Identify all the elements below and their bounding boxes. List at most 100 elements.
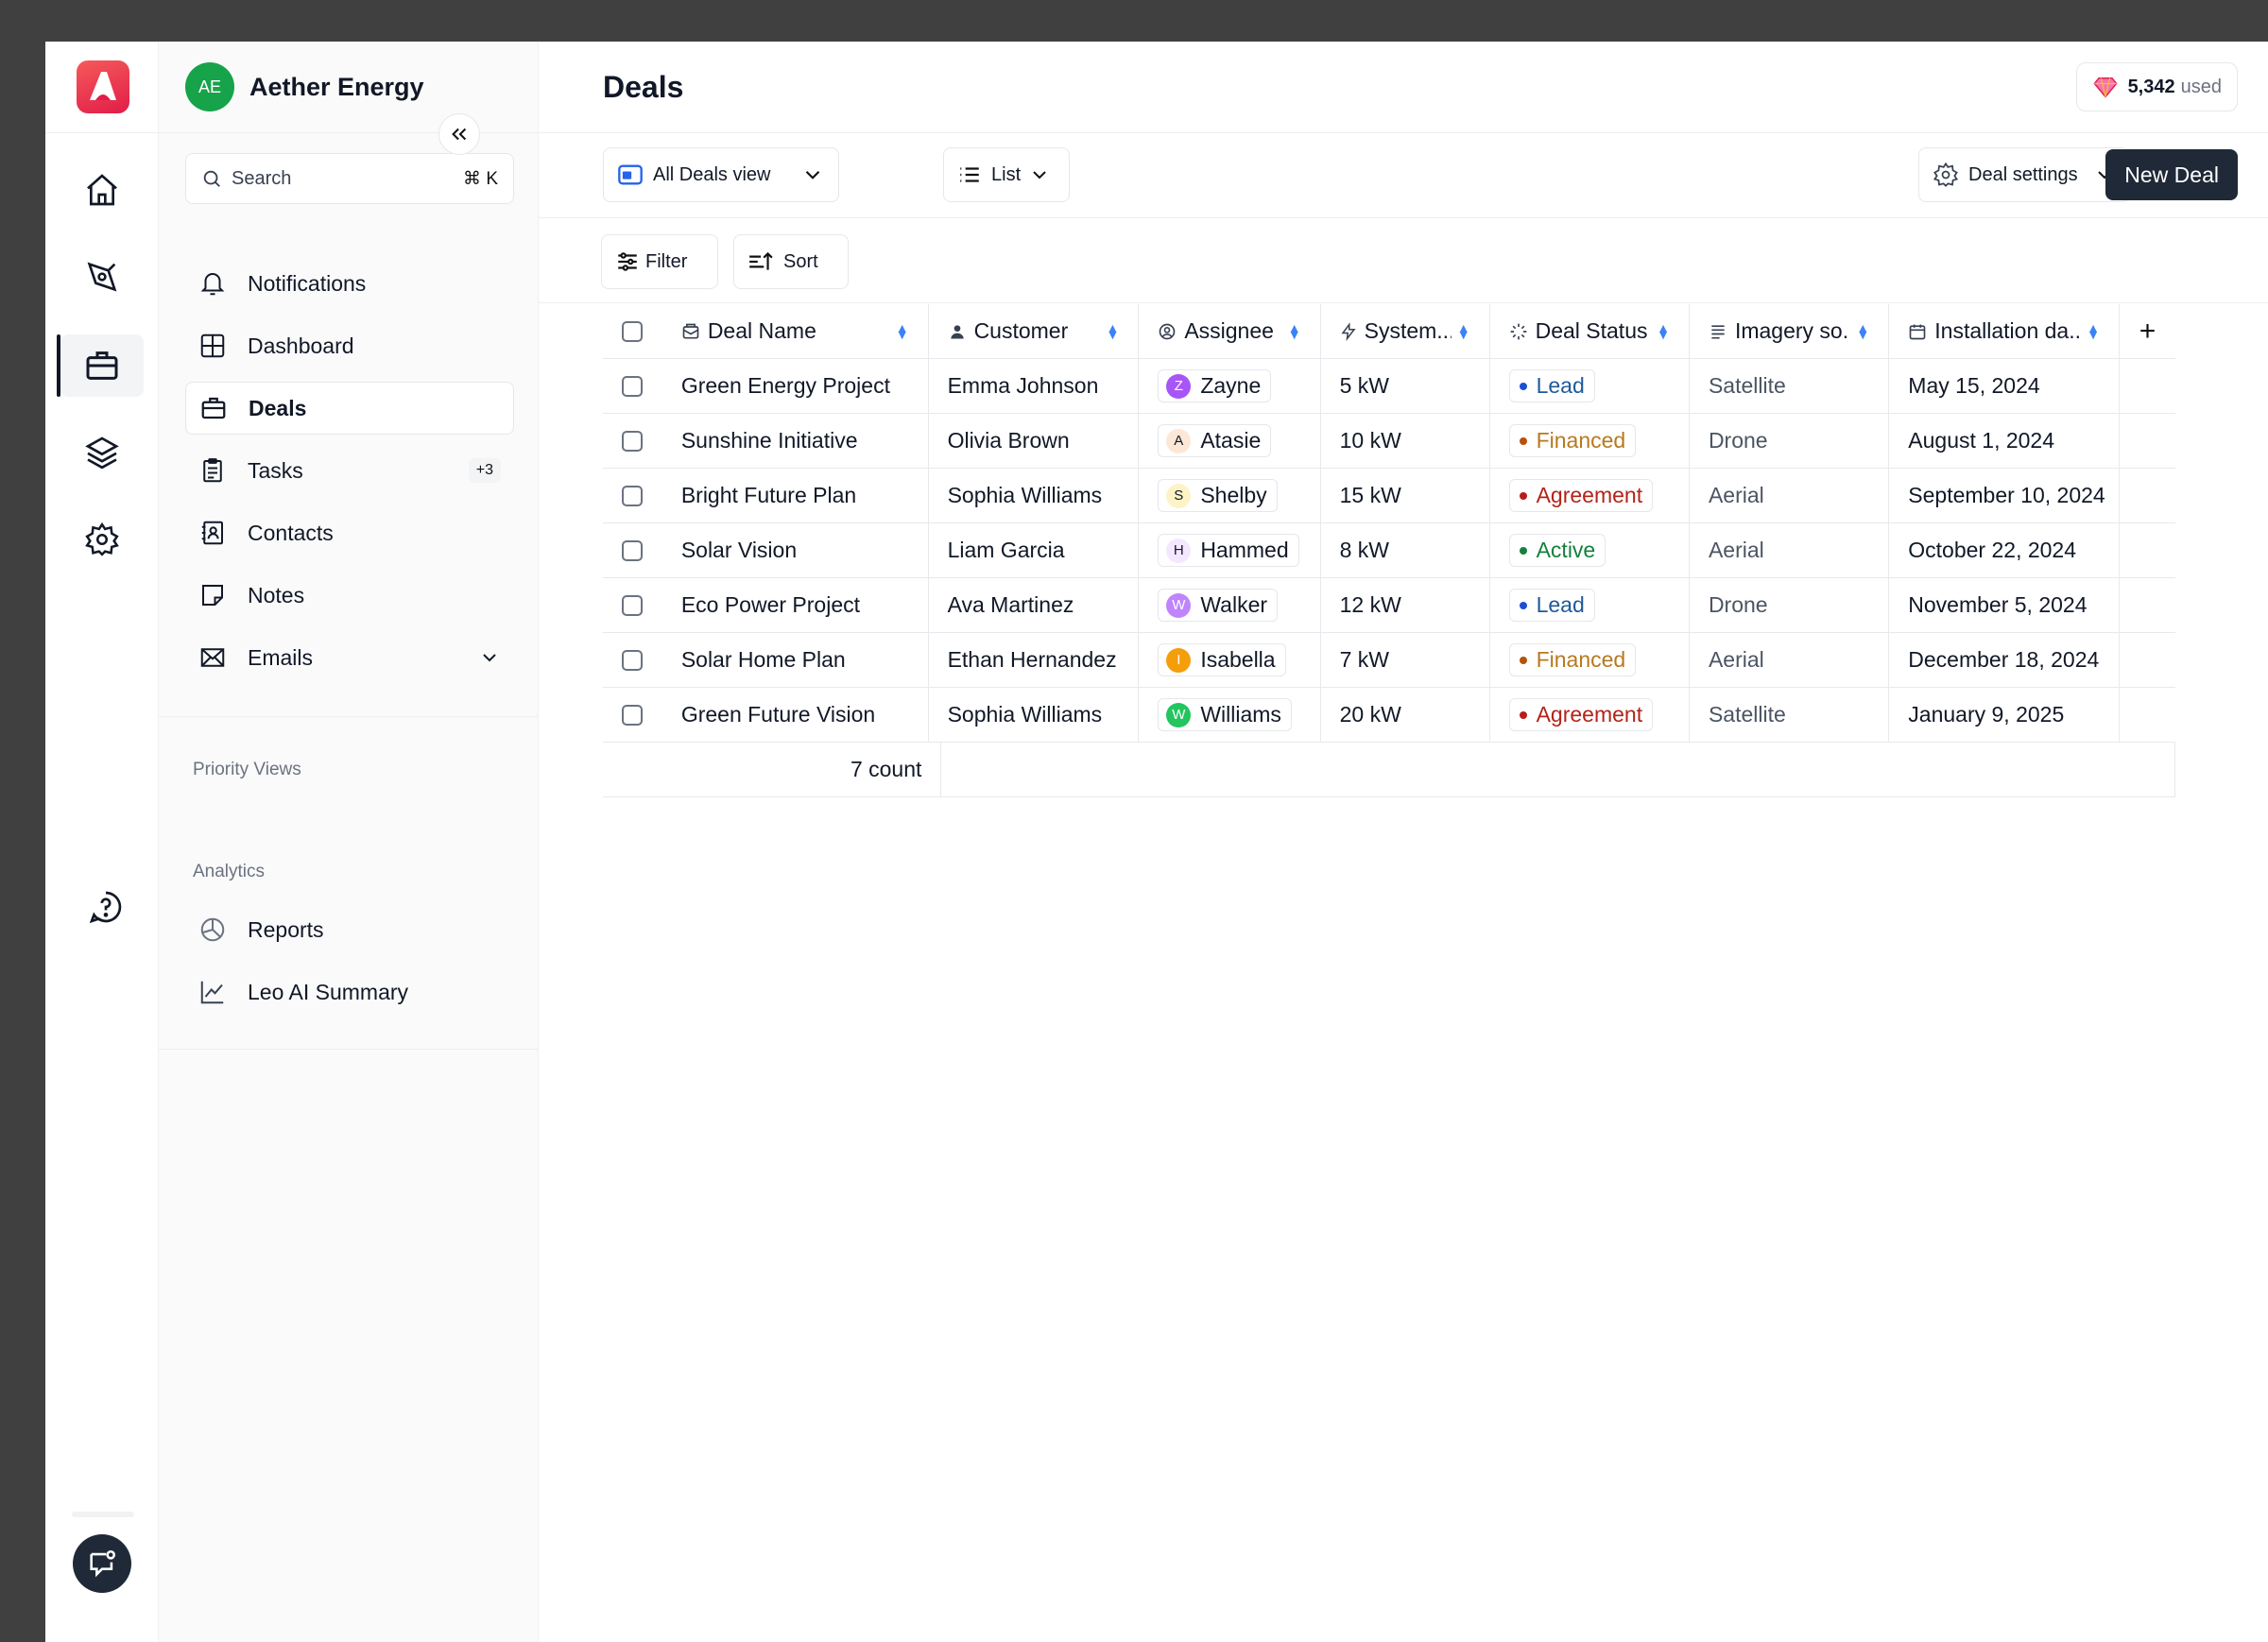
- search-input[interactable]: Search ⌘ K: [185, 153, 514, 204]
- row-checkbox[interactable]: [622, 704, 644, 726]
- assignee-chip[interactable]: S Shelby: [1158, 479, 1278, 512]
- workspace-switcher[interactable]: AE Aether Energy: [185, 62, 424, 111]
- deal-status-badge[interactable]: Lead: [1508, 589, 1595, 622]
- row-checkbox[interactable]: [622, 649, 644, 671]
- table-header-row: Deal Name ▲ ▼ Customer ▲ ▼ Assignee ▲ ▼ Sys…: [603, 303, 2175, 359]
- installation-date-cell: August 1, 2024: [1889, 413, 2120, 469]
- sidebar-item-contacts[interactable]: Contacts: [185, 506, 514, 559]
- table-row[interactable]: Solar Home Plan Ethan Hernandez I Isabella 7…: [603, 632, 2175, 688]
- deal-name-cell[interactable]: Green Future Vision: [662, 687, 929, 743]
- credits-usage-badge[interactable]: 5,342 used: [2075, 62, 2238, 111]
- collapse-sidebar-button[interactable]: [438, 113, 480, 155]
- deal-status-badge[interactable]: Active: [1508, 534, 1606, 567]
- system-size-cell: 10 kW: [1321, 413, 1490, 469]
- pie-chart-icon: [200, 917, 225, 942]
- sidebar-item-tasks[interactable]: Tasks +3: [185, 444, 514, 497]
- column-header-deal-name[interactable]: Deal Name ▲ ▼: [662, 303, 929, 359]
- layout-selector-dropdown[interactable]: List: [943, 147, 1070, 202]
- assignee-chip[interactable]: W Walker: [1158, 589, 1279, 622]
- add-column-plus-icon[interactable]: +: [2120, 304, 2175, 359]
- table-row[interactable]: Green Energy Project Emma Johnson Z Zayne 5 …: [603, 358, 2175, 414]
- customer-cell: Liam Garcia: [929, 522, 1140, 578]
- deal-status-badge[interactable]: Agreement: [1508, 698, 1654, 731]
- row-checkbox[interactable]: [622, 539, 644, 561]
- column-header-deal-status[interactable]: Deal Status ▲ ▼: [1490, 303, 1690, 359]
- new-deal-button[interactable]: New Deal: [2105, 149, 2238, 200]
- sidebar-item-leo-ai-summary[interactable]: Leo AI Summary: [185, 966, 514, 1018]
- home-icon[interactable]: [60, 159, 144, 221]
- envelope-open-icon: [682, 323, 699, 338]
- deal-status-badge[interactable]: Lead: [1508, 369, 1595, 402]
- sort-label: Sort: [783, 250, 818, 272]
- chevron-down-icon[interactable]: [478, 646, 501, 669]
- pen-tool-icon[interactable]: [60, 246, 144, 308]
- deal-name-cell[interactable]: Solar Vision: [662, 522, 929, 578]
- table-row[interactable]: Green Future Vision Sophia Williams W Willi…: [603, 687, 2175, 743]
- deal-status-badge[interactable]: Financed: [1508, 424, 1637, 457]
- sidebar-item-deals[interactable]: Deals: [185, 382, 514, 435]
- mail-icon: [200, 648, 225, 667]
- sort-toggle-icon[interactable]: ▲ ▼: [1657, 321, 1670, 341]
- assignee-chip[interactable]: I Isabella: [1158, 643, 1286, 676]
- table-row[interactable]: Sunshine Initiative Olivia Brown A Atasie 10…: [603, 413, 2175, 469]
- sidebar-item-label: Notes: [248, 582, 305, 607]
- select-all-checkbox[interactable]: [622, 320, 644, 342]
- settings-gear-icon[interactable]: [60, 508, 144, 571]
- column-header-system-size[interactable]: System... ▲ ▼: [1321, 303, 1490, 359]
- sidebar-item-notes[interactable]: Notes: [185, 569, 514, 622]
- support-chat-icon[interactable]: [73, 1534, 131, 1593]
- row-checkbox[interactable]: [622, 430, 644, 452]
- assignee-chip[interactable]: Z Zayne: [1158, 369, 1272, 402]
- column-header-imagery-source[interactable]: Imagery so... ▲ ▼: [1690, 303, 1890, 359]
- sort-toggle-icon[interactable]: ▲ ▼: [1288, 321, 1301, 341]
- sort-toggle-icon[interactable]: ▲ ▼: [1856, 321, 1869, 341]
- help-question-icon[interactable]: [87, 888, 125, 931]
- deal-name-cell[interactable]: Eco Power Project: [662, 577, 929, 633]
- layers-icon[interactable]: [60, 421, 144, 484]
- customer-cell: Olivia Brown: [929, 413, 1140, 469]
- sort-toggle-icon[interactable]: ▲ ▼: [1457, 321, 1470, 341]
- deal-settings-button[interactable]: Deal settings: [1918, 147, 2130, 202]
- briefcase-icon[interactable]: [57, 334, 144, 397]
- assignee-chip[interactable]: A Atasie: [1158, 424, 1272, 457]
- app-logo-icon[interactable]: [77, 60, 129, 113]
- table-row[interactable]: Eco Power Project Ava Martinez W Walker 12 k…: [603, 577, 2175, 633]
- sort-toggle-icon[interactable]: ▲ ▼: [2087, 321, 2100, 341]
- view-selector-dropdown[interactable]: All Deals view: [603, 147, 839, 202]
- assignee-chip[interactable]: H Hammed: [1158, 534, 1299, 567]
- assignee-avatar: S: [1166, 483, 1192, 508]
- row-checkbox[interactable]: [622, 485, 644, 506]
- assignee-chip[interactable]: W Williams: [1158, 698, 1292, 731]
- deal-name-cell[interactable]: Bright Future Plan: [662, 468, 929, 523]
- sidebar-item-dashboard[interactable]: Dashboard: [185, 319, 514, 372]
- column-header-assignee[interactable]: Assignee ▲ ▼: [1139, 303, 1321, 359]
- table-row[interactable]: Solar Vision Liam Garcia H Hammed 8 kW Active…: [603, 522, 2175, 578]
- deal-status-badge[interactable]: Agreement: [1508, 479, 1654, 512]
- text-lines-icon: [1711, 324, 1725, 338]
- deal-name-cell[interactable]: Sunshine Initiative: [662, 413, 929, 469]
- sort-toggle-icon[interactable]: ▲ ▼: [1106, 321, 1119, 341]
- row-checkbox[interactable]: [622, 594, 644, 616]
- deal-name-cell[interactable]: Solar Home Plan: [662, 632, 929, 688]
- imagery-source-cell: Satellite: [1690, 687, 1890, 743]
- sidebar-item-notifications[interactable]: Notifications: [185, 257, 514, 310]
- sidebar-item-emails[interactable]: Emails: [185, 631, 514, 684]
- status-label: Lead: [1536, 592, 1585, 617]
- imagery-source-cell: Aerial: [1690, 632, 1890, 688]
- column-header-customer[interactable]: Customer ▲ ▼: [929, 303, 1140, 359]
- search-icon: [203, 170, 220, 187]
- sidebar-item-reports[interactable]: Reports: [185, 903, 514, 956]
- deal-name-cell[interactable]: Green Energy Project: [662, 358, 929, 414]
- column-label: Deal Status: [1535, 318, 1648, 343]
- imagery-source-cell: Drone: [1690, 413, 1890, 469]
- row-checkbox[interactable]: [622, 375, 644, 397]
- chevron-down-icon: [805, 170, 820, 180]
- row-count: 7 count: [603, 742, 942, 797]
- table-row[interactable]: Bright Future Plan Sophia Williams S Shelby…: [603, 468, 2175, 523]
- sort-toggle-icon[interactable]: ▲ ▼: [896, 321, 909, 341]
- sort-button[interactable]: Sort: [733, 234, 849, 289]
- column-header-installation-date[interactable]: Installation da.. ▲ ▼: [1889, 303, 2120, 359]
- filter-button[interactable]: Filter: [601, 234, 718, 289]
- deal-status-badge[interactable]: Financed: [1508, 643, 1637, 676]
- briefcase-icon: [201, 397, 226, 419]
